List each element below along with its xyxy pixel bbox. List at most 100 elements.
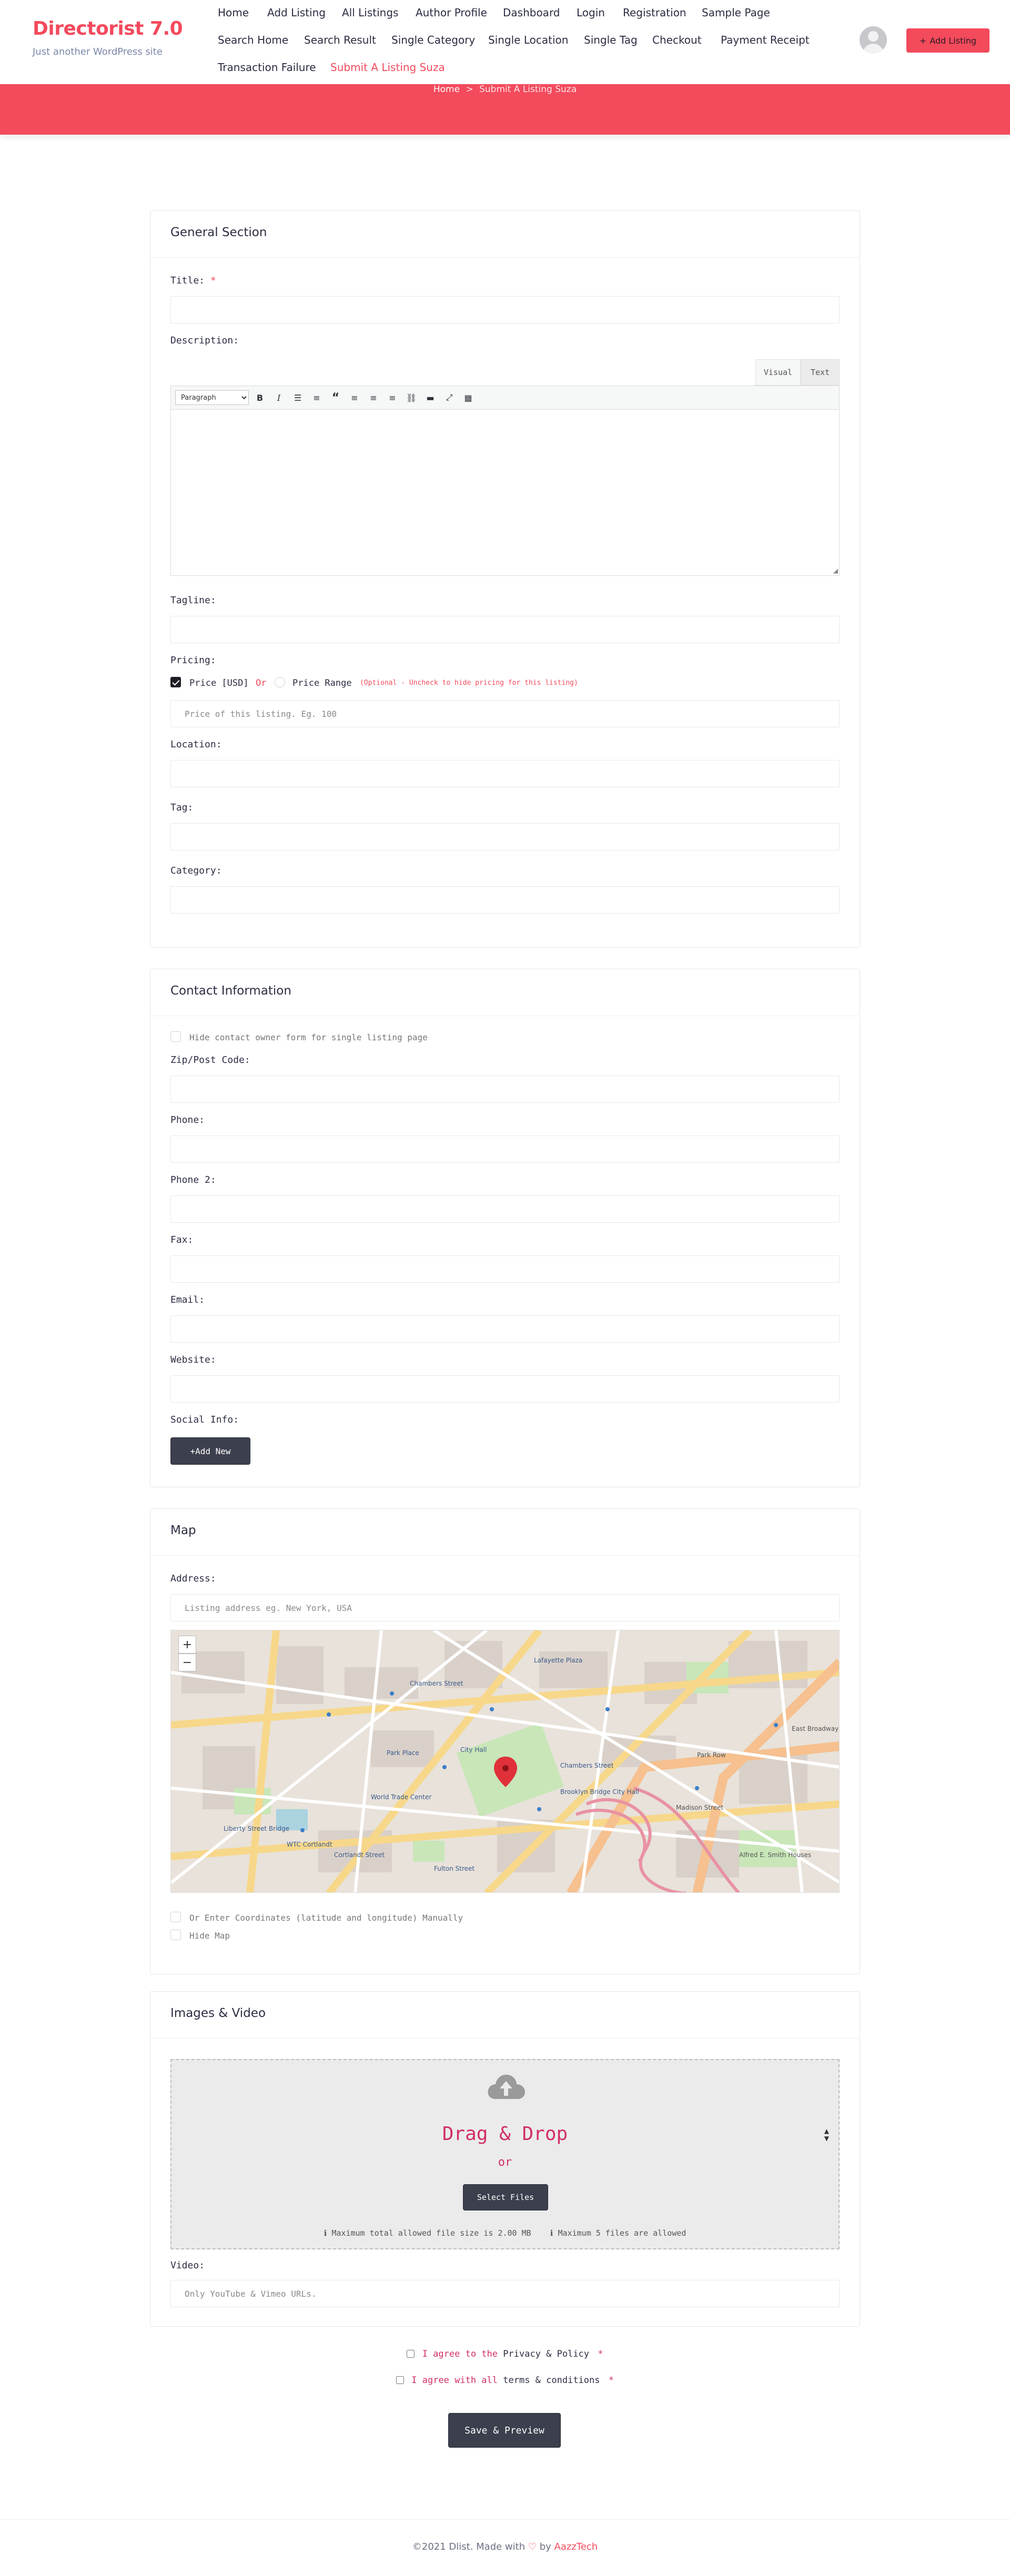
manual-coords-checkbox[interactable] [170,1912,181,1922]
media-section-title: Images & Video [170,2006,266,2020]
section-divider [150,257,860,258]
social-info-label: Social Info: [170,1414,239,1425]
fax-input[interactable] [170,1255,840,1283]
nav-author-profile[interactable]: Author Profile [416,6,487,19]
nav-transaction-failure[interactable]: Transaction Failure [218,61,316,74]
category-input[interactable] [170,886,840,914]
footer: ©2021 Dlist. Made with ♡ by AazzTech [0,2541,1010,2552]
align-right-icon[interactable]: ≡ [385,390,400,405]
select-files-button[interactable]: Select Files [463,2184,548,2210]
image-dropzone[interactable]: Drag & Drop or Select Files ▲ ▼ ℹ Maximum… [170,2059,840,2249]
tagline-input[interactable] [170,616,840,643]
map-label-fulton: Fulton Street [434,1865,475,1872]
map-label-east-broadway: East Broadway [792,1725,839,1732]
brand-tagline: Just another WordPress site [33,46,163,57]
price-checkbox[interactable] [170,677,181,687]
phone2-input[interactable] [170,1195,840,1223]
add-social-button[interactable]: +Add New [170,1437,250,1465]
zip-label: Zip/Post Code: [170,1054,250,1066]
hide-map-label[interactable]: Hide Map [189,1931,230,1941]
price-range-radio[interactable] [275,677,285,687]
align-left-icon[interactable]: ≡ [347,390,362,405]
nav-submit-listing-suza[interactable]: Submit A Listing Suza [330,61,445,74]
align-center-icon[interactable]: ≡ [366,390,381,405]
zip-input[interactable] [170,1076,840,1103]
info-icon: ℹ [324,2228,327,2238]
privacy-prefix: I agree to the [422,2349,498,2359]
address-input[interactable] [170,1594,840,1621]
footer-brand-link[interactable]: AazzTech [554,2541,598,2552]
map-label-brooklyn-bridge: Brooklyn Bridge City Hall [560,1788,639,1796]
breadcrumb-home[interactable]: Home [433,84,460,95]
nav-all-listings[interactable]: All Listings [342,6,398,19]
tab-visual[interactable]: Visual [755,359,801,386]
save-preview-button[interactable]: Save & Preview [448,2413,561,2448]
zoom-in-button[interactable]: + [178,1636,196,1654]
hide-map-checkbox[interactable] [170,1930,181,1940]
zoom-out-button[interactable]: − [178,1654,196,1671]
nav-dashboard[interactable]: Dashboard [503,6,560,19]
add-listing-button[interactable]: + Add Listing [906,28,989,53]
map-label-wtc: World Trade Center [371,1793,432,1801]
bullet-list-icon[interactable]: ☰ [290,390,306,405]
tag-input[interactable] [170,823,840,850]
blockquote-icon[interactable]: “ [328,390,344,405]
manual-coords-label[interactable]: Or Enter Coordinates (latitude and longi… [189,1913,463,1923]
or-text: Or [256,678,267,688]
phone-input[interactable] [170,1135,840,1163]
nav-sample-page[interactable]: Sample Page [702,6,770,19]
nav-payment-receipt[interactable]: Payment Receipt [721,34,810,46]
website-label: Website: [170,1354,216,1365]
nav-add-listing[interactable]: Add Listing [267,6,326,19]
privacy-agreement: I agree to the Privacy & Policy * [0,2349,1010,2359]
nav-checkout[interactable]: Checkout [652,34,702,46]
numbered-list-icon[interactable]: ≡ [309,390,325,405]
nav-home[interactable]: Home [218,6,249,19]
terms-agreement: I agree with all terms & conditions * [0,2375,1010,2386]
link-icon[interactable]: ⛓ [403,390,419,405]
privacy-link[interactable]: Privacy & Policy [503,2349,589,2359]
fax-label: Fax: [170,1234,194,1245]
tagline-label: Tagline: [170,595,216,606]
website-input[interactable] [170,1375,840,1403]
nav-single-tag[interactable]: Single Tag [584,34,638,46]
sort-arrows-icon[interactable]: ▲ ▼ [824,2127,829,2142]
pricing-label: Pricing: [170,655,216,666]
terms-link[interactable]: terms & conditions [503,2375,600,2386]
resize-handle-icon[interactable]: ◢ [833,567,838,574]
map-view[interactable]: Chambers Street Lafayette Plaza City Hal… [170,1630,840,1893]
nav-search-result[interactable]: Search Result [304,34,376,46]
video-url-input[interactable] [170,2280,840,2307]
avatar-body [863,44,884,54]
avatar[interactable] [860,26,887,54]
toolbar-toggle-icon[interactable]: ▦ [460,390,476,405]
map-label-alfred-smith: Alfred E. Smith Houses [739,1851,812,1859]
footer-text: ©2021 Dlist. Made with [412,2541,526,2552]
nav-search-home[interactable]: Search Home [218,34,288,46]
nav-single-location[interactable]: Single Location [488,34,568,46]
price-option-label[interactable]: Price [USD] [189,678,249,688]
nav-login[interactable]: Login [577,6,605,19]
hide-contact-form-label[interactable]: Hide contact owner form for single listi… [189,1032,428,1042]
terms-checkbox[interactable] [396,2376,404,2384]
page-banner: Home > Submit A Listing Suza [0,84,1010,135]
general-section-card: General Section Title: * Description: Vi… [150,210,860,948]
italic-icon[interactable]: I [271,390,287,405]
title-input[interactable] [170,296,840,323]
price-input[interactable] [170,700,840,727]
fullscreen-icon[interactable]: ⤢ [441,390,457,405]
nav-single-category[interactable]: Single Category [391,34,475,46]
format-select[interactable]: Paragraph [175,390,249,405]
description-editor[interactable]: ◢ [170,410,840,576]
location-label: Location: [170,739,222,750]
nav-registration[interactable]: Registration [623,6,686,19]
brand-title[interactable]: Directorist 7.0 [33,18,183,39]
read-more-icon[interactable]: ▬ [422,390,438,405]
privacy-checkbox[interactable] [407,2350,415,2358]
price-range-label[interactable]: Price Range [292,678,352,688]
bold-icon[interactable]: B [252,390,268,405]
tab-text[interactable]: Text [801,359,840,386]
email-input[interactable] [170,1315,840,1343]
hide-contact-form-checkbox[interactable] [170,1031,181,1042]
location-input[interactable] [170,760,840,787]
